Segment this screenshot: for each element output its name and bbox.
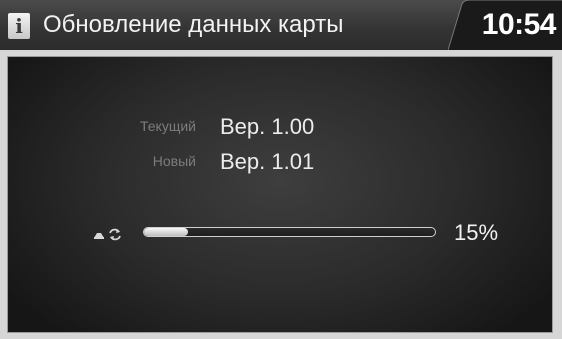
current-version-label: Текущий [140, 118, 196, 134]
map-update-screen: i Обновление данных карты 10:54 Текущий … [0, 0, 562, 339]
clock: 10:54 [481, 8, 557, 41]
update-panel: Текущий Вер. 1.00 Новый Вер. 1.01 15% [7, 56, 553, 333]
progress-percent: 15% [454, 220, 499, 245]
map-sync-icon [94, 228, 121, 241]
clock-tab: 10:54 [448, 0, 562, 50]
new-version-value: Вер. 1.01 [220, 149, 315, 174]
progress-bar [143, 227, 436, 237]
screen-title: Обновление данных карты [43, 11, 344, 38]
new-version-label: Новый [152, 153, 196, 169]
current-version-value: Вер. 1.00 [220, 114, 315, 139]
title-bar: i Обновление данных карты 10:54 [0, 0, 562, 50]
progress-fill [144, 228, 188, 236]
info-icon[interactable]: i [8, 13, 30, 39]
